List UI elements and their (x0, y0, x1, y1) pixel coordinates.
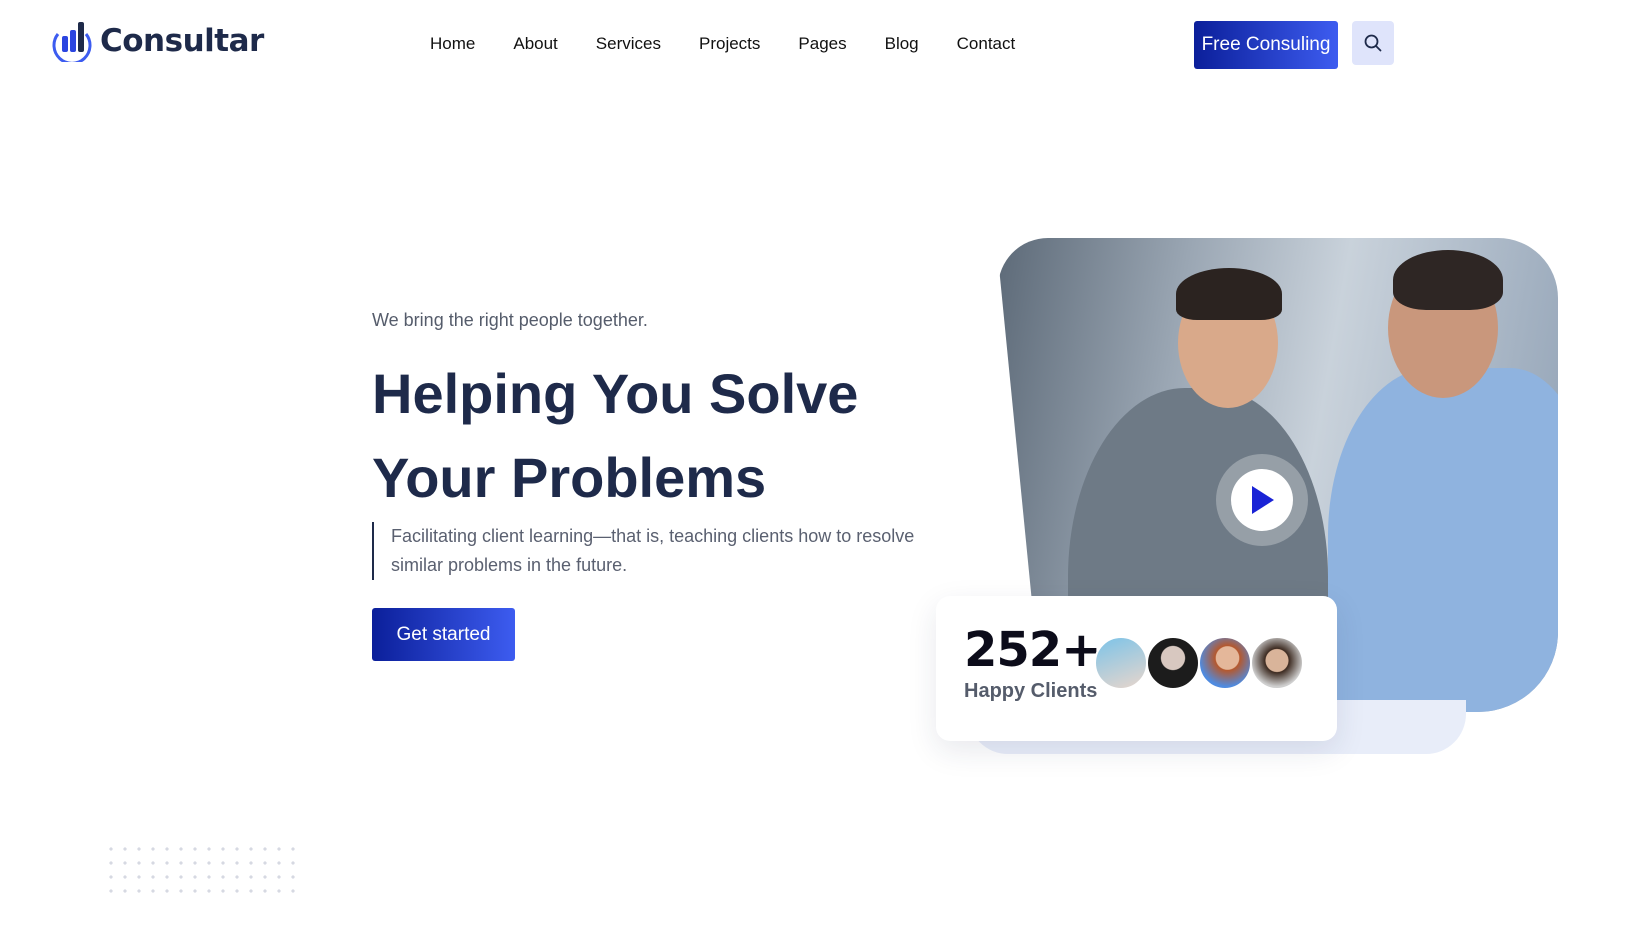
client-avatars (1094, 636, 1304, 690)
avatar (1198, 636, 1252, 690)
avatar (1094, 636, 1148, 690)
play-icon (1252, 486, 1274, 514)
avatar (1146, 636, 1200, 690)
person-right-figure (1328, 368, 1558, 712)
get-started-button[interactable]: Get started (372, 608, 515, 661)
nav-pages[interactable]: Pages (798, 34, 846, 54)
nav-home[interactable]: Home (430, 34, 475, 54)
nav-projects[interactable]: Projects (699, 34, 760, 54)
nav-blog[interactable]: Blog (885, 34, 919, 54)
search-button[interactable] (1352, 21, 1394, 65)
hero-title-line2: Your Problems (372, 446, 767, 509)
clients-count: 252+ (964, 622, 1101, 678)
hero-title: Helping You Solve Your Problems (372, 352, 932, 520)
hero-title-line1: Helping You Solve (372, 362, 859, 425)
play-video-button[interactable] (1216, 454, 1308, 546)
nav-contact[interactable]: Contact (957, 34, 1016, 54)
brand-name: Consultar (100, 23, 264, 59)
bar-chart-logo-icon (52, 22, 92, 62)
clients-label: Happy Clients (964, 680, 1098, 702)
nav-services[interactable]: Services (596, 34, 661, 54)
search-icon (1364, 34, 1382, 52)
hero-description: Facilitating client learning—that is, te… (372, 522, 932, 580)
hero-kicker: We bring the right people together. (372, 310, 648, 330)
happy-clients-card: 252+ Happy Clients (936, 596, 1337, 741)
nav-about[interactable]: About (513, 34, 557, 54)
dot-pattern-decoration (104, 842, 298, 902)
main-nav: Home About Services Projects Pages Blog … (430, 34, 1053, 54)
brand-logo[interactable]: Consultar (52, 20, 264, 62)
free-consulting-button[interactable]: Free Consuling (1194, 21, 1338, 69)
avatar (1250, 636, 1304, 690)
